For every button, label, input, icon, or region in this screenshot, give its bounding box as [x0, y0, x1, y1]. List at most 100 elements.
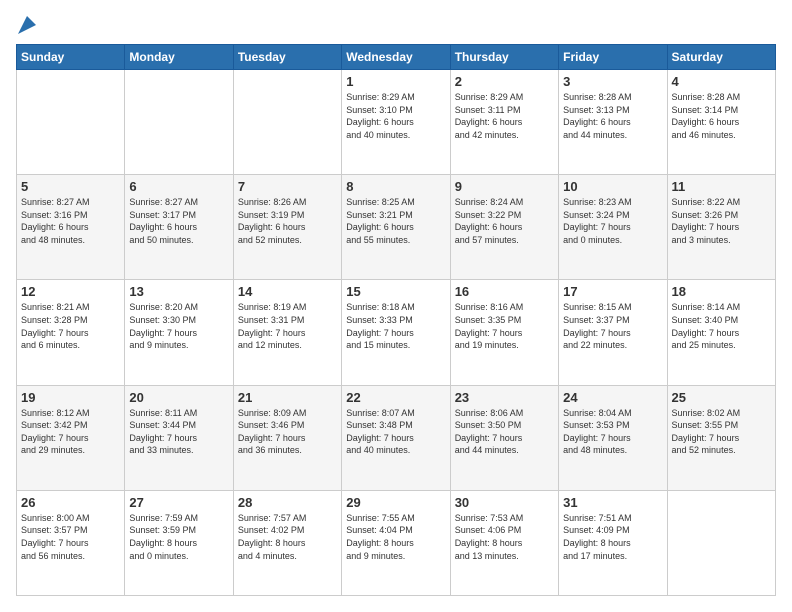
day-info: Sunrise: 7:59 AM Sunset: 3:59 PM Dayligh…	[129, 512, 228, 562]
day-info: Sunrise: 8:14 AM Sunset: 3:40 PM Dayligh…	[672, 301, 771, 351]
calendar-week-row: 12 Sunrise: 8:21 AM Sunset: 3:28 PM Dayli…	[17, 280, 776, 385]
weekday-header-wednesday: Wednesday	[342, 45, 450, 70]
calendar-cell: 18 Sunrise: 8:14 AM Sunset: 3:40 PM Dayli…	[667, 280, 775, 385]
day-number: 9	[455, 179, 554, 194]
calendar-cell: 12 Sunrise: 8:21 AM Sunset: 3:28 PM Dayli…	[17, 280, 125, 385]
day-number: 5	[21, 179, 120, 194]
day-number: 22	[346, 390, 445, 405]
day-info: Sunrise: 8:18 AM Sunset: 3:33 PM Dayligh…	[346, 301, 445, 351]
calendar-cell: 13 Sunrise: 8:20 AM Sunset: 3:30 PM Dayli…	[125, 280, 233, 385]
day-number: 18	[672, 284, 771, 299]
calendar-cell: 4 Sunrise: 8:28 AM Sunset: 3:14 PM Daylig…	[667, 70, 775, 175]
day-number: 4	[672, 74, 771, 89]
calendar-cell: 22 Sunrise: 8:07 AM Sunset: 3:48 PM Dayli…	[342, 385, 450, 490]
day-info: Sunrise: 8:21 AM Sunset: 3:28 PM Dayligh…	[21, 301, 120, 351]
weekday-header-saturday: Saturday	[667, 45, 775, 70]
calendar-cell: 23 Sunrise: 8:06 AM Sunset: 3:50 PM Dayli…	[450, 385, 558, 490]
weekday-header-tuesday: Tuesday	[233, 45, 341, 70]
day-info: Sunrise: 8:07 AM Sunset: 3:48 PM Dayligh…	[346, 407, 445, 457]
page: SundayMondayTuesdayWednesdayThursdayFrid…	[0, 0, 792, 612]
day-number: 25	[672, 390, 771, 405]
day-info: Sunrise: 8:04 AM Sunset: 3:53 PM Dayligh…	[563, 407, 662, 457]
logo	[16, 16, 36, 34]
day-info: Sunrise: 8:28 AM Sunset: 3:14 PM Dayligh…	[672, 91, 771, 141]
calendar-cell: 5Sunrise: 8:27 AM Sunset: 3:16 PM Daylig…	[17, 175, 125, 280]
calendar-week-row: 19 Sunrise: 8:12 AM Sunset: 3:42 PM Dayli…	[17, 385, 776, 490]
logo-icon	[18, 16, 36, 34]
calendar-week-row: 1Sunrise: 8:29 AM Sunset: 3:10 PM Daylig…	[17, 70, 776, 175]
day-number: 19	[21, 390, 120, 405]
day-info: Sunrise: 8:24 AM Sunset: 3:22 PM Dayligh…	[455, 196, 554, 246]
day-info: Sunrise: 7:55 AM Sunset: 4:04 PM Dayligh…	[346, 512, 445, 562]
calendar-cell: 28 Sunrise: 7:57 AM Sunset: 4:02 PM Dayli…	[233, 490, 341, 595]
day-number: 31	[563, 495, 662, 510]
calendar-cell: 14 Sunrise: 8:19 AM Sunset: 3:31 PM Dayli…	[233, 280, 341, 385]
day-number: 10	[563, 179, 662, 194]
weekday-header-thursday: Thursday	[450, 45, 558, 70]
day-number: 20	[129, 390, 228, 405]
weekday-header-monday: Monday	[125, 45, 233, 70]
calendar-cell: 29 Sunrise: 7:55 AM Sunset: 4:04 PM Dayli…	[342, 490, 450, 595]
day-number: 17	[563, 284, 662, 299]
calendar-cell: 16 Sunrise: 8:16 AM Sunset: 3:35 PM Dayli…	[450, 280, 558, 385]
weekday-header-sunday: Sunday	[17, 45, 125, 70]
calendar-cell	[233, 70, 341, 175]
calendar-cell: 15Sunrise: 8:18 AM Sunset: 3:33 PM Dayli…	[342, 280, 450, 385]
day-info: Sunrise: 8:19 AM Sunset: 3:31 PM Dayligh…	[238, 301, 337, 351]
day-info: Sunrise: 8:02 AM Sunset: 3:55 PM Dayligh…	[672, 407, 771, 457]
calendar-cell: 31 Sunrise: 7:51 AM Sunset: 4:09 PM Dayli…	[559, 490, 667, 595]
day-info: Sunrise: 8:28 AM Sunset: 3:13 PM Dayligh…	[563, 91, 662, 141]
day-number: 7	[238, 179, 337, 194]
day-info: Sunrise: 8:29 AM Sunset: 3:10 PM Dayligh…	[346, 91, 445, 141]
calendar-cell: 9 Sunrise: 8:24 AM Sunset: 3:22 PM Daylig…	[450, 175, 558, 280]
day-info: Sunrise: 8:22 AM Sunset: 3:26 PM Dayligh…	[672, 196, 771, 246]
calendar-cell: 21Sunrise: 8:09 AM Sunset: 3:46 PM Dayli…	[233, 385, 341, 490]
calendar-cell: 2Sunrise: 8:29 AM Sunset: 3:11 PM Daylig…	[450, 70, 558, 175]
day-number: 21	[238, 390, 337, 405]
day-number: 6	[129, 179, 228, 194]
calendar-cell: 11Sunrise: 8:22 AM Sunset: 3:26 PM Dayli…	[667, 175, 775, 280]
day-number: 23	[455, 390, 554, 405]
calendar-cell	[17, 70, 125, 175]
day-number: 12	[21, 284, 120, 299]
calendar-cell: 1Sunrise: 8:29 AM Sunset: 3:10 PM Daylig…	[342, 70, 450, 175]
day-number: 26	[21, 495, 120, 510]
calendar-cell: 7 Sunrise: 8:26 AM Sunset: 3:19 PM Daylig…	[233, 175, 341, 280]
weekday-header-row: SundayMondayTuesdayWednesdayThursdayFrid…	[17, 45, 776, 70]
calendar-week-row: 26 Sunrise: 8:00 AM Sunset: 3:57 PM Dayli…	[17, 490, 776, 595]
day-info: Sunrise: 7:57 AM Sunset: 4:02 PM Dayligh…	[238, 512, 337, 562]
calendar-cell: 3Sunrise: 8:28 AM Sunset: 3:13 PM Daylig…	[559, 70, 667, 175]
calendar-cell: 30 Sunrise: 7:53 AM Sunset: 4:06 PM Dayli…	[450, 490, 558, 595]
weekday-header-friday: Friday	[559, 45, 667, 70]
day-info: Sunrise: 8:29 AM Sunset: 3:11 PM Dayligh…	[455, 91, 554, 141]
day-info: Sunrise: 8:00 AM Sunset: 3:57 PM Dayligh…	[21, 512, 120, 562]
day-info: Sunrise: 8:12 AM Sunset: 3:42 PM Dayligh…	[21, 407, 120, 457]
day-info: Sunrise: 8:16 AM Sunset: 3:35 PM Dayligh…	[455, 301, 554, 351]
day-number: 30	[455, 495, 554, 510]
day-number: 16	[455, 284, 554, 299]
day-number: 8	[346, 179, 445, 194]
day-info: Sunrise: 8:11 AM Sunset: 3:44 PM Dayligh…	[129, 407, 228, 457]
day-number: 29	[346, 495, 445, 510]
calendar-cell: 10 Sunrise: 8:23 AM Sunset: 3:24 PM Dayli…	[559, 175, 667, 280]
calendar-cell: 27Sunrise: 7:59 AM Sunset: 3:59 PM Dayli…	[125, 490, 233, 595]
day-info: Sunrise: 8:25 AM Sunset: 3:21 PM Dayligh…	[346, 196, 445, 246]
calendar-table: SundayMondayTuesdayWednesdayThursdayFrid…	[16, 44, 776, 596]
day-info: Sunrise: 8:23 AM Sunset: 3:24 PM Dayligh…	[563, 196, 662, 246]
calendar-cell: 26 Sunrise: 8:00 AM Sunset: 3:57 PM Dayli…	[17, 490, 125, 595]
calendar-cell: 8 Sunrise: 8:25 AM Sunset: 3:21 PM Daylig…	[342, 175, 450, 280]
day-info: Sunrise: 8:20 AM Sunset: 3:30 PM Dayligh…	[129, 301, 228, 351]
calendar-cell	[667, 490, 775, 595]
day-info: Sunrise: 8:27 AM Sunset: 3:17 PM Dayligh…	[129, 196, 228, 246]
day-info: Sunrise: 8:26 AM Sunset: 3:19 PM Dayligh…	[238, 196, 337, 246]
calendar-cell: 17 Sunrise: 8:15 AM Sunset: 3:37 PM Dayli…	[559, 280, 667, 385]
day-number: 13	[129, 284, 228, 299]
day-number: 14	[238, 284, 337, 299]
day-number: 24	[563, 390, 662, 405]
day-number: 28	[238, 495, 337, 510]
day-info: Sunrise: 8:06 AM Sunset: 3:50 PM Dayligh…	[455, 407, 554, 457]
day-info: Sunrise: 8:15 AM Sunset: 3:37 PM Dayligh…	[563, 301, 662, 351]
day-info: Sunrise: 7:53 AM Sunset: 4:06 PM Dayligh…	[455, 512, 554, 562]
calendar-cell: 20 Sunrise: 8:11 AM Sunset: 3:44 PM Dayli…	[125, 385, 233, 490]
day-info: Sunrise: 7:51 AM Sunset: 4:09 PM Dayligh…	[563, 512, 662, 562]
